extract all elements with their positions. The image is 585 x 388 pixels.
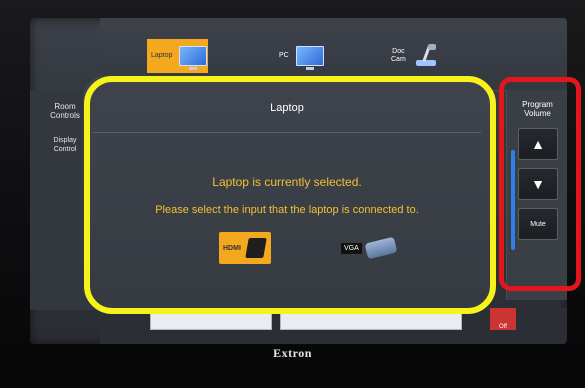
extron-brand-logo: Extron	[273, 346, 312, 360]
source-button-laptop[interactable]: Laptop	[146, 39, 209, 73]
yellow-highlight-outline	[84, 76, 496, 314]
source-label-laptop: Laptop	[148, 50, 176, 62]
source-button-pc[interactable]: PC	[276, 40, 324, 72]
doc-camera-icon	[413, 44, 439, 68]
red-highlight-outline	[499, 77, 581, 291]
source-button-doccam[interactable]: Doc Cam	[388, 40, 439, 72]
power-off-button[interactable]: Off	[490, 308, 516, 330]
source-label-pc: PC	[279, 52, 289, 59]
source-label-doccam: Doc Cam	[391, 48, 406, 63]
off-label: Off	[499, 324, 507, 330]
monitor-icon	[295, 46, 324, 70]
laptop-icon	[179, 46, 208, 70]
